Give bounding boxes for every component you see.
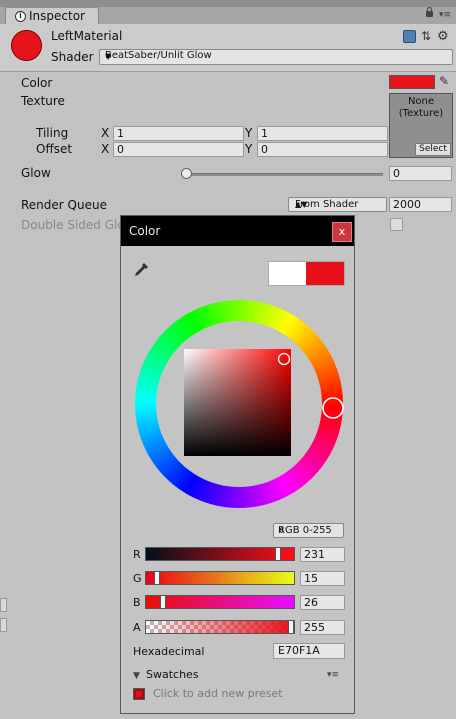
- old-color-preview[interactable]: [306, 261, 345, 286]
- tiling-x-field[interactable]: 1: [113, 126, 244, 141]
- channel-a-slider[interactable]: [145, 620, 295, 634]
- channel-r-field[interactable]: 231: [300, 547, 345, 562]
- material-preview-icon: [11, 30, 42, 61]
- double-sided-checkbox[interactable]: [390, 218, 403, 231]
- channel-b-thumb[interactable]: [160, 595, 166, 609]
- glow-value-field[interactable]: 0: [389, 166, 452, 181]
- edge-element: [0, 618, 7, 632]
- material-name: LeftMaterial: [51, 29, 123, 43]
- texture-slot-text: None (Texture): [390, 96, 452, 120]
- offset-y-field[interactable]: 0: [257, 142, 388, 157]
- tab-bar: i Inspector: [0, 0, 456, 24]
- channel-r-slider[interactable]: [145, 547, 295, 561]
- chevron-down-icon: ⇕: [278, 526, 285, 535]
- channel-g-label: G: [133, 572, 142, 585]
- eyedropper-icon[interactable]: ✎: [439, 74, 449, 88]
- offset-label: Offset: [36, 142, 73, 156]
- saturation-value-shade: [184, 349, 291, 456]
- add-preset-label[interactable]: Click to add new preset: [153, 687, 283, 700]
- color-label: Color: [21, 76, 53, 90]
- chevron-down-icon: ▲▼: [295, 200, 308, 209]
- color-field[interactable]: [389, 75, 435, 89]
- tab-menu-icon[interactable]: ▾≡: [439, 11, 451, 20]
- channel-b-slider[interactable]: [145, 595, 295, 609]
- edge-element: [0, 598, 7, 612]
- render-queue-dropdown[interactable]: From Shader ▲▼: [288, 197, 387, 212]
- texture-select-button[interactable]: Select: [415, 143, 451, 156]
- channel-g-thumb[interactable]: [154, 571, 160, 585]
- preset-sliders-icon[interactable]: ⇅: [421, 30, 434, 43]
- hex-field[interactable]: E70F1A: [273, 643, 345, 659]
- channel-a-thumb[interactable]: [288, 620, 294, 634]
- offset-x-label: X: [101, 142, 110, 156]
- hue-wheel[interactable]: [126, 291, 352, 517]
- texture-none-label: None: [407, 96, 435, 107]
- texture-label: Texture: [21, 94, 65, 108]
- hex-label: Hexadecimal: [133, 645, 205, 658]
- texture-slot[interactable]: None (Texture) Select: [389, 93, 453, 158]
- channel-b-field[interactable]: 26: [300, 595, 345, 610]
- eyedropper-icon[interactable]: [133, 262, 149, 278]
- shader-dropdown[interactable]: BeatSaber/Unlit Glow ▼: [99, 49, 453, 65]
- offset-x-field[interactable]: 0: [113, 142, 244, 157]
- swatches-label[interactable]: Swatches: [146, 668, 199, 681]
- chevron-down-icon: ▼: [105, 52, 112, 61]
- color-window-title: Color: [129, 224, 161, 238]
- tiling-label: Tiling: [36, 126, 69, 140]
- channel-g-slider[interactable]: [145, 571, 295, 585]
- tiling-y-field[interactable]: 1: [257, 126, 388, 141]
- tab-label: Inspector: [29, 9, 85, 23]
- render-queue-label: Render Queue: [21, 198, 107, 212]
- glow-slider-track[interactable]: [186, 173, 383, 176]
- swatches-menu-icon[interactable]: ▾≡: [327, 670, 339, 680]
- close-button[interactable]: x: [332, 222, 352, 242]
- window-top-strip: [0, 0, 456, 7]
- help-book-icon[interactable]: [403, 30, 416, 43]
- glow-slider-thumb[interactable]: [181, 168, 192, 179]
- info-icon: i: [15, 11, 26, 22]
- new-color-preview: [268, 261, 307, 286]
- color-mode-dropdown[interactable]: RGB 0-255 ⇕: [273, 523, 344, 538]
- tab-inspector[interactable]: i Inspector: [5, 7, 99, 24]
- gear-icon[interactable]: ⚙: [437, 30, 450, 43]
- channel-a-label: A: [133, 621, 141, 634]
- color-window-titlebar: Color: [121, 216, 354, 246]
- tiling-y-label: Y: [245, 126, 253, 140]
- channel-r-label: R: [133, 548, 141, 561]
- tiling-x-label: X: [101, 126, 110, 140]
- channel-g-field[interactable]: 15: [300, 571, 345, 586]
- preset-swatch[interactable]: [133, 688, 145, 700]
- double-sided-label: Double Sided Glo: [21, 218, 125, 232]
- render-queue-field[interactable]: 2000: [389, 197, 452, 212]
- channel-r-thumb[interactable]: [275, 547, 281, 561]
- swatches-foldout-icon[interactable]: ▼: [133, 671, 140, 681]
- offset-y-label: Y: [245, 142, 253, 156]
- glow-label: Glow: [21, 166, 51, 180]
- texture-type-label: (Texture): [398, 108, 444, 119]
- shader-label: Shader: [51, 50, 94, 64]
- channel-a-field[interactable]: 255: [300, 620, 345, 635]
- lock-icon[interactable]: [426, 7, 433, 17]
- channel-b-label: B: [133, 596, 141, 609]
